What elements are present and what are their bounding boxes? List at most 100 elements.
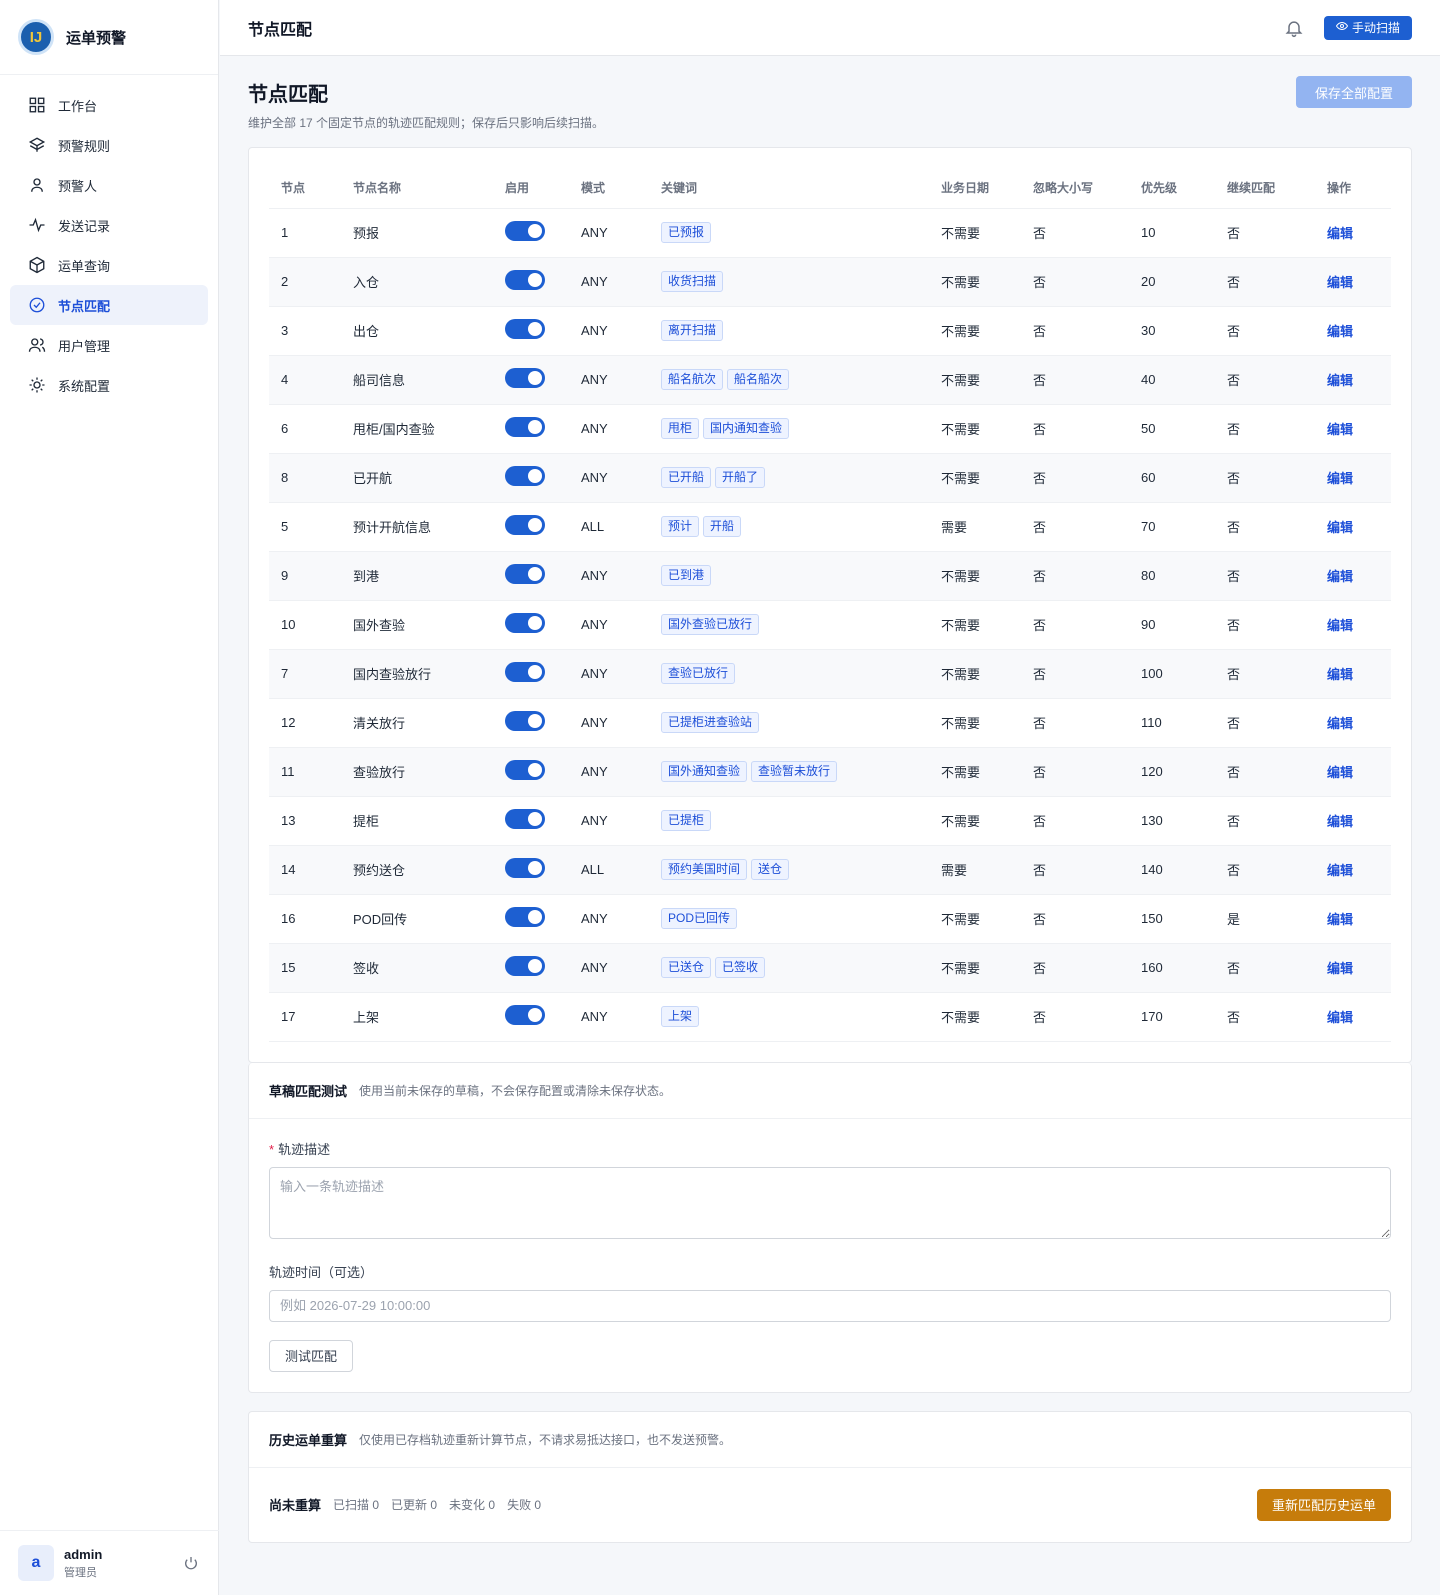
cell-business-date: 需要	[929, 845, 1021, 895]
table-row: 14 预约送仓 ALL 预约美国时间 送仓 需要否 140 否编辑	[269, 845, 1391, 895]
cell-ignore-case: 否	[1021, 747, 1129, 797]
edit-link[interactable]: 编辑	[1327, 422, 1353, 437]
enabled-toggle[interactable]	[505, 515, 545, 535]
edit-link[interactable]: 编辑	[1327, 961, 1353, 976]
topbar: 节点匹配 手动扫描	[220, 0, 1440, 56]
cell-business-date: 不需要	[929, 404, 1021, 454]
col-node: 节点	[269, 168, 341, 209]
eye-icon	[1335, 20, 1349, 35]
cell-keywords: 查验已放行	[649, 649, 929, 699]
edit-link[interactable]: 编辑	[1327, 569, 1353, 584]
enabled-toggle[interactable]	[505, 907, 545, 927]
track-desc-input[interactable]	[269, 1166, 1391, 1239]
enabled-toggle[interactable]	[505, 417, 545, 437]
col-priority: 优先级	[1129, 168, 1215, 209]
sidebar-item-alert-rules[interactable]: 预警规则	[10, 125, 208, 165]
edit-link[interactable]: 编辑	[1327, 520, 1353, 535]
cell-enabled	[493, 845, 569, 895]
track-desc-label: * 轨迹描述	[269, 1139, 1391, 1158]
page-title: 节点匹配	[248, 84, 328, 106]
bell-icon[interactable]	[1284, 18, 1304, 38]
col-ignore-case: 忽略大小写	[1021, 168, 1129, 209]
edit-link[interactable]: 编辑	[1327, 667, 1353, 682]
cell-continue-match: 否	[1215, 747, 1315, 797]
cell-priority: 90	[1129, 600, 1215, 650]
edit-link[interactable]: 编辑	[1327, 275, 1353, 290]
edit-link[interactable]: 编辑	[1327, 912, 1353, 927]
cell-enabled	[493, 649, 569, 699]
sidebar-item-waybill-query[interactable]: 运单查询	[10, 245, 208, 285]
manual-scan-button[interactable]: 手动扫描	[1323, 15, 1412, 40]
enabled-toggle[interactable]	[505, 858, 545, 878]
cell-business-date: 不需要	[929, 649, 1021, 699]
keyword-tag: 船名船次	[727, 369, 790, 390]
edit-link[interactable]: 编辑	[1327, 1010, 1353, 1025]
main-content: 节点匹配 维护全部 17 个固定节点的轨迹匹配规则；保存后只影响后续扫描。 保存…	[220, 56, 1440, 1595]
cell-priority: 70	[1129, 502, 1215, 552]
brand: IJ 运单预警	[0, 0, 218, 75]
table-row: 7 国内查验放行 ANY 查验已放行 不需要否 100 否编辑	[269, 649, 1391, 699]
keyword-tag: 国内通知查验	[703, 418, 790, 439]
edit-link[interactable]: 编辑	[1327, 765, 1353, 780]
cell-keywords: 甩柜 国内通知查验	[649, 404, 929, 454]
edit-link[interactable]: 编辑	[1327, 373, 1353, 388]
enabled-toggle[interactable]	[505, 270, 545, 290]
col-keywords: 关键词	[649, 168, 929, 209]
enabled-toggle[interactable]	[505, 368, 545, 388]
sidebar-item-system-config[interactable]: 系统配置	[10, 365, 208, 405]
cell-enabled	[493, 747, 569, 797]
history-recalc-description: 仅使用已存档轨迹重新计算节点，不请求易抵达接口，也不发送预警。	[359, 1432, 732, 1447]
sidebar-item-send-records[interactable]: 发送记录	[10, 205, 208, 245]
col-mode: 模式	[569, 168, 649, 209]
sidebar: IJ 运单预警 工作台 预警规则 预警人 发送记录 运单查询 节点匹配 用户管理…	[0, 0, 219, 1595]
node-rules-card: 节点 节点名称 启用 模式 关键词 业务日期 忽略大小写 优先级 继续匹配 操作…	[248, 147, 1412, 1063]
edit-link[interactable]: 编辑	[1327, 618, 1353, 633]
track-time-label: 轨迹时间（可选）	[269, 1264, 374, 1280]
cell-continue-match: 否	[1215, 502, 1315, 552]
sidebar-item-node-match[interactable]: 节点匹配	[10, 285, 208, 325]
cell-mode: ANY	[569, 992, 649, 1042]
cell-mode: ANY	[569, 404, 649, 454]
sidebar-item-user-management[interactable]: 用户管理	[10, 325, 208, 365]
sidebar-item-workbench[interactable]: 工作台	[10, 85, 208, 125]
sidebar-item-alert-persons[interactable]: 预警人	[10, 165, 208, 205]
enabled-toggle[interactable]	[505, 662, 545, 682]
cell-action: 编辑	[1315, 355, 1391, 405]
save-all-button[interactable]: 保存全部配置	[1296, 76, 1412, 108]
page-description: 维护全部 17 个固定节点的轨迹匹配规则；保存后只影响后续扫描。	[248, 116, 605, 130]
enabled-toggle[interactable]	[505, 809, 545, 829]
cell-ignore-case: 否	[1021, 404, 1129, 454]
edit-link[interactable]: 编辑	[1327, 716, 1353, 731]
cell-business-date: 不需要	[929, 257, 1021, 307]
cell-node-name: 上架	[341, 992, 493, 1042]
cell-mode: ANY	[569, 306, 649, 356]
enabled-toggle[interactable]	[505, 319, 545, 339]
edit-link[interactable]: 编辑	[1327, 471, 1353, 486]
table-row: 2 入仓 ANY 收货扫描 不需要否 20 否编辑	[269, 257, 1391, 307]
enabled-toggle[interactable]	[505, 711, 545, 731]
required-mark: *	[269, 1141, 275, 1157]
power-icon[interactable]	[183, 1555, 199, 1571]
cell-priority: 170	[1129, 992, 1215, 1042]
cell-action: 编辑	[1315, 306, 1391, 356]
edit-link[interactable]: 编辑	[1327, 863, 1353, 878]
rematch-history-button[interactable]: 重新匹配历史运单	[1256, 1488, 1391, 1521]
test-match-button[interactable]: 测试匹配	[269, 1339, 354, 1372]
user-icon	[28, 176, 46, 194]
cell-node-name: POD回传	[341, 894, 493, 944]
enabled-toggle[interactable]	[505, 1005, 545, 1025]
edit-link[interactable]: 编辑	[1327, 324, 1353, 339]
user-profile: a admin 管理员	[0, 1530, 219, 1595]
sidebar-item-label: 节点匹配	[58, 298, 111, 314]
track-time-input[interactable]	[269, 1289, 1391, 1322]
cell-ignore-case: 否	[1021, 257, 1129, 307]
edit-link[interactable]: 编辑	[1327, 226, 1353, 241]
enabled-toggle[interactable]	[505, 956, 545, 976]
enabled-toggle[interactable]	[505, 613, 545, 633]
enabled-toggle[interactable]	[505, 760, 545, 780]
enabled-toggle[interactable]	[505, 564, 545, 584]
enabled-toggle[interactable]	[505, 466, 545, 486]
enabled-toggle[interactable]	[505, 221, 545, 241]
edit-link[interactable]: 编辑	[1327, 814, 1353, 829]
keyword-tag: POD已回传	[661, 908, 738, 929]
